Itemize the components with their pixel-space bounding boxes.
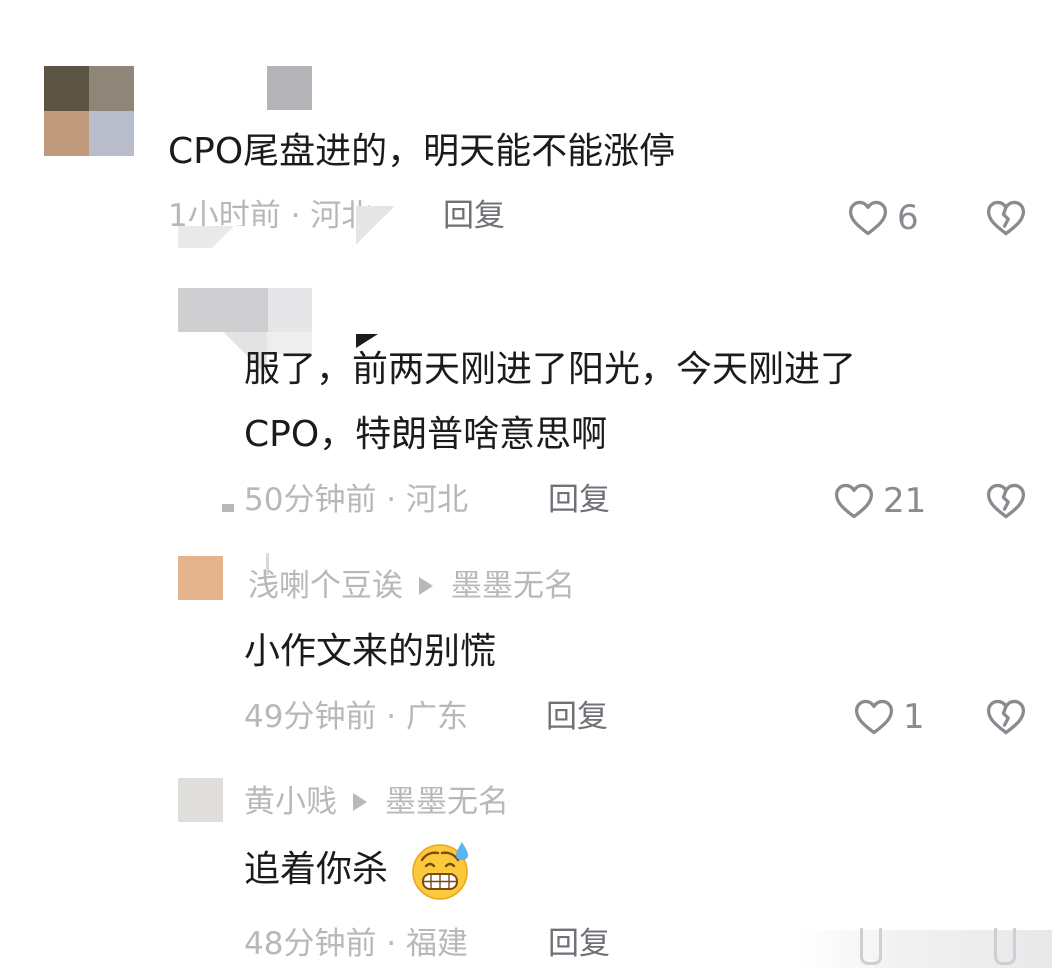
- like-count: 21: [883, 481, 927, 521]
- username-blur[interactable]: [267, 66, 312, 110]
- comment-meta: 48分钟前 · 福建: [244, 926, 469, 962]
- avatar[interactable]: [178, 556, 223, 600]
- reply-button[interactable]: 回复: [548, 480, 610, 520]
- like-count: 1: [903, 697, 925, 737]
- meta-blur: [178, 226, 268, 248]
- reply-arrow-icon: [419, 576, 433, 595]
- comment-text: 追着你杀: [244, 849, 389, 890]
- comment-text: 小作文来的别慌: [244, 631, 497, 672]
- avatar[interactable]: [44, 66, 134, 156]
- comment-text-line2: CPO，特朗普啥意思啊: [244, 414, 608, 455]
- like-count: 6: [897, 198, 919, 238]
- comment-text: CPO尾盘进的，明天能不能涨停: [168, 131, 676, 172]
- username[interactable]: 浅喇个豆诶: [248, 568, 403, 604]
- comment-meta: 50分钟前 · 河北: [244, 482, 469, 518]
- reply-arrow-icon: [353, 792, 367, 811]
- comment-meta: 49分钟前 · 广东: [244, 699, 469, 735]
- reply-to-username[interactable]: 墨墨无名: [385, 784, 509, 820]
- reply-button[interactable]: 回复: [546, 697, 608, 737]
- reply-to-username[interactable]: 墨墨无名: [451, 568, 575, 604]
- meta-blur: [222, 504, 234, 512]
- comment-text-line1: 服了，前两天刚进了阳光，今天刚进了: [244, 349, 857, 390]
- heart-outline-icon[interactable]: [832, 479, 876, 523]
- watermark-mark: [994, 928, 1016, 965]
- reply-button[interactable]: 回复: [548, 924, 610, 964]
- broken-heart-icon[interactable]: [984, 695, 1028, 739]
- username[interactable]: 黄小贱: [244, 784, 337, 820]
- reply-button[interactable]: 回复: [443, 196, 505, 236]
- grimacing-sweat-emoji: [412, 842, 468, 900]
- broken-heart-icon[interactable]: [984, 479, 1028, 523]
- meta-blur: [356, 206, 394, 246]
- avatar[interactable]: [178, 288, 312, 332]
- heart-outline-icon[interactable]: [852, 695, 896, 739]
- reply-user-line: 浅喇个豆诶 墨墨无名: [248, 566, 628, 606]
- reply-user-line: 黄小贱 墨墨无名: [244, 782, 509, 822]
- broken-heart-icon[interactable]: [984, 196, 1028, 240]
- heart-outline-icon[interactable]: [846, 196, 890, 240]
- avatar[interactable]: [178, 778, 223, 822]
- watermark-mark: [860, 928, 882, 965]
